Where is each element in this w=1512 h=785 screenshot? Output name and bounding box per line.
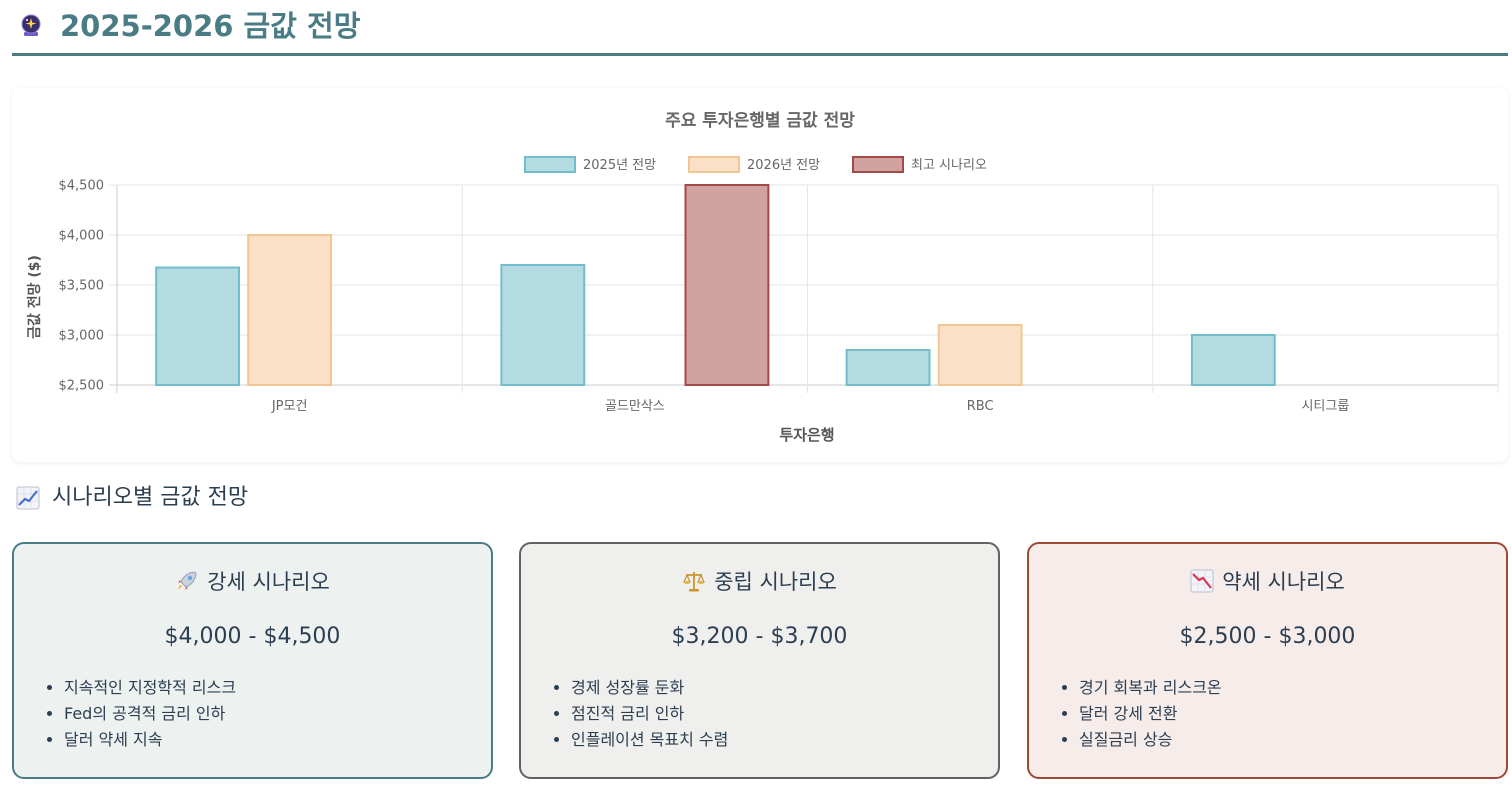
bar[interactable] [937, 324, 1023, 386]
y-axis-label: 금값 전망 ($) [26, 255, 43, 339]
y-tick-label: $3,000 [59, 329, 105, 344]
chart-legend: 2025년 전망 2026년 전망 최고 시나리오 [524, 156, 987, 173]
scenario-card-bull: 강세 시나리오 $4,000 - $4,500 지속적인 지정학적 리스크 Fe… [12, 542, 493, 779]
page-header: 2025-2026 금값 전망 [12, 0, 1508, 56]
scenario-card-neutral: 중립 시나리오 $3,200 - $3,700 경제 성장률 둔화 점진적 금리… [519, 542, 1000, 779]
chart-title: 주요 투자은행별 금값 전망 [665, 111, 855, 131]
list-item: 경제 성장률 둔화 [571, 675, 728, 701]
y-tick-label: $4,000 [59, 229, 105, 244]
y-axis: $2,500 $3,000 $3,500 $4,000 $4,500 [59, 179, 105, 394]
bar-chart: 주요 투자은행별 금값 전망 2025년 전망 2026년 전망 최고 시나리오 $… [26, 111, 1499, 444]
list-item: 실질금리 상승 [1079, 727, 1222, 753]
scenario-heading: 강세 시나리오 [14, 566, 491, 598]
balance-scale-icon [683, 572, 706, 592]
chart-decreasing-icon [1190, 569, 1214, 593]
y-tick-label: $3,500 [59, 279, 105, 294]
scenario-points: 지속적인 지정학적 리스크 Fed의 공격적 금리 인하 달러 약세 지속 [44, 675, 236, 753]
list-item: 지속적인 지정학적 리스크 [64, 675, 236, 701]
page-title: 2025-2026 금값 전망 [60, 9, 361, 43]
list-item: Fed의 공격적 금리 인하 [64, 701, 236, 727]
bar[interactable] [247, 234, 333, 386]
chart-card: 주요 투자은행별 금값 전망 2025년 전망 2026년 전망 최고 시나리오 $… [12, 88, 1508, 462]
scenario-points: 경제 성장률 둔화 점진적 금리 인하 인플레이션 목표치 수렴 [551, 675, 728, 753]
y-tick-label: $2,500 [59, 379, 105, 394]
legend-label: 2025년 전망 [583, 158, 656, 173]
legend-swatch [524, 156, 576, 173]
list-item: 달러 약세 지속 [64, 727, 236, 753]
x-tick-label: JP모건 [271, 399, 308, 414]
x-axis: JP모건 골드만삭스 RBC 시티그룹 [271, 399, 1350, 414]
bar[interactable] [500, 264, 586, 386]
bar[interactable] [155, 266, 240, 386]
legend-swatch [688, 156, 740, 173]
legend-label: 2026년 전망 [747, 158, 820, 173]
scenario-heading: 중립 시나리오 [521, 566, 998, 598]
section-title: 시나리오별 금값 전망 [52, 485, 249, 510]
x-tick-label: RBC [967, 399, 994, 414]
y-tick-label: $4,500 [59, 179, 105, 194]
scenario-title: 중립 시나리오 [714, 570, 837, 594]
list-item: 달러 강세 전환 [1079, 701, 1222, 727]
scenario-range: $4,000 - $4,500 [164, 624, 341, 649]
legend-label: 최고 시나리오 [911, 158, 987, 173]
scenario-range: $3,200 - $3,700 [671, 624, 848, 649]
bar[interactable] [1190, 334, 1276, 386]
chart-increasing-icon [16, 486, 40, 510]
x-tick-label: 시티그룹 [1301, 399, 1349, 414]
scenario-heading: 약세 시나리오 [1029, 566, 1506, 598]
scenario-points: 경기 회복과 리스크온 달러 강세 전환 실질금리 상승 [1059, 675, 1222, 753]
scenario-range: $2,500 - $3,000 [1179, 624, 1356, 649]
bar[interactable] [684, 184, 770, 386]
bar[interactable] [845, 349, 931, 386]
crystal-ball-icon [21, 14, 41, 36]
list-item: 점진적 금리 인하 [571, 701, 728, 727]
x-tick-label: 골드만삭스 [605, 399, 665, 414]
legend-swatch [852, 156, 904, 173]
scenario-title: 약세 시나리오 [1222, 570, 1345, 594]
list-item: 인플레이션 목표치 수렴 [571, 727, 728, 753]
page: 2025-2026 금값 전망 주요 투자은행별 금값 전망 2025년 전망 2… [0, 0, 1512, 785]
rocket-icon [178, 571, 197, 590]
scenario-title: 강세 시나리오 [207, 570, 330, 594]
scenario-card-bear: 약세 시나리오 $2,500 - $3,000 경기 회복과 리스크온 달러 강… [1027, 542, 1508, 779]
x-axis-label: 투자은행 [779, 426, 834, 444]
list-item: 경기 회복과 리스크온 [1079, 675, 1222, 701]
